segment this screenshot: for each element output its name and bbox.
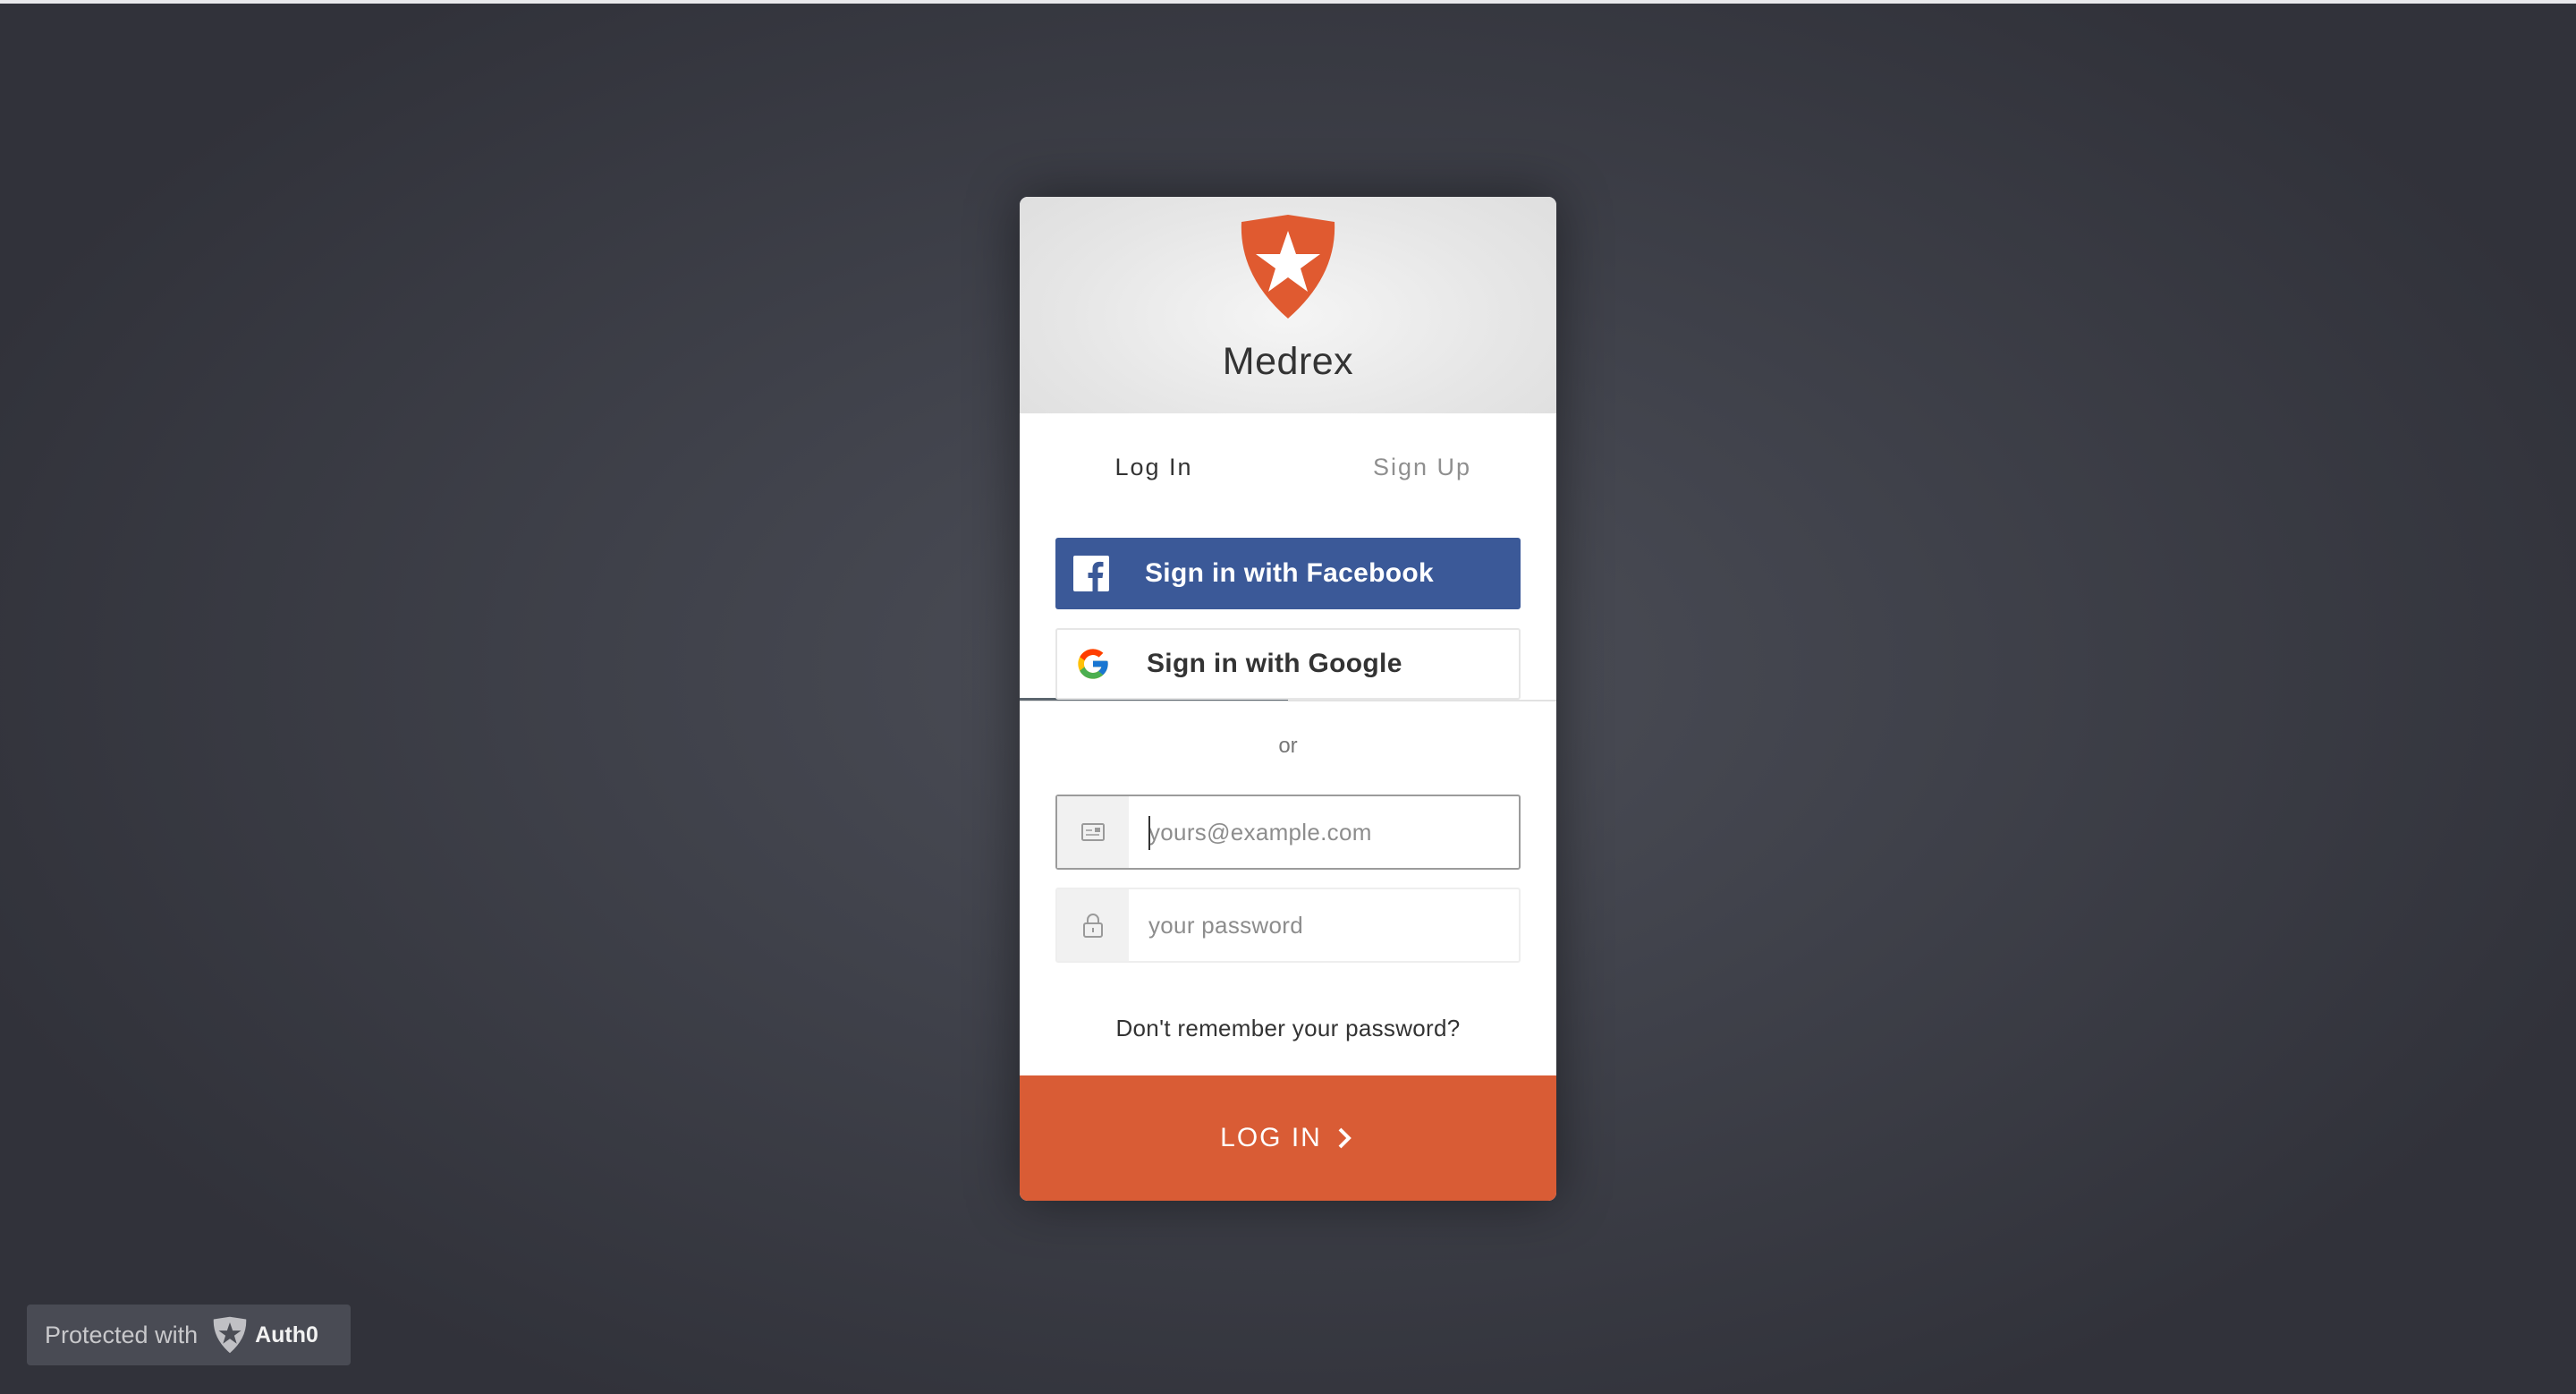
email-icon-box xyxy=(1057,796,1129,868)
auth0-logo-icon xyxy=(213,1316,247,1354)
google-icon xyxy=(1078,649,1108,679)
lock-icon xyxy=(1083,914,1103,938)
tab-sign-up[interactable]: Sign Up xyxy=(1288,413,1556,521)
google-button-label: Sign in with Google xyxy=(1147,649,1402,678)
auth0-badge[interactable]: Protected with Auth0 xyxy=(27,1305,351,1365)
auth0-brand-label: Auth0 xyxy=(255,1322,318,1347)
protected-with-label: Protected with xyxy=(45,1321,199,1348)
app-logo-icon xyxy=(1241,215,1335,319)
or-separator: or xyxy=(1278,734,1298,758)
password-field xyxy=(1055,888,1521,963)
facebook-button-label: Sign in with Facebook xyxy=(1145,558,1434,588)
app-title: Medrex xyxy=(1222,340,1354,383)
card-header: Medrex xyxy=(1020,197,1556,413)
envelope-icon xyxy=(1081,823,1105,841)
forgot-password-link[interactable]: Don't remember your password? xyxy=(1020,1015,1556,1042)
log-in-button-label: LOG IN xyxy=(1220,1123,1322,1152)
top-border xyxy=(0,0,2576,4)
tab-log-in[interactable]: Log In xyxy=(1020,413,1288,521)
password-icon-box xyxy=(1057,889,1129,961)
facebook-icon xyxy=(1073,556,1109,591)
password-input[interactable] xyxy=(1148,889,1506,961)
chevron-right-icon xyxy=(1338,1127,1352,1149)
google-signin-button[interactable]: Sign in with Google xyxy=(1055,628,1521,700)
facebook-signin-button[interactable]: Sign in with Facebook xyxy=(1055,538,1521,609)
log-in-button[interactable]: LOG IN xyxy=(1020,1075,1556,1201)
email-input[interactable] xyxy=(1148,796,1506,868)
email-field xyxy=(1055,795,1521,870)
login-card: Medrex Log In Sign Up Sign in with Faceb… xyxy=(1020,197,1556,1201)
text-caret xyxy=(1148,816,1150,850)
